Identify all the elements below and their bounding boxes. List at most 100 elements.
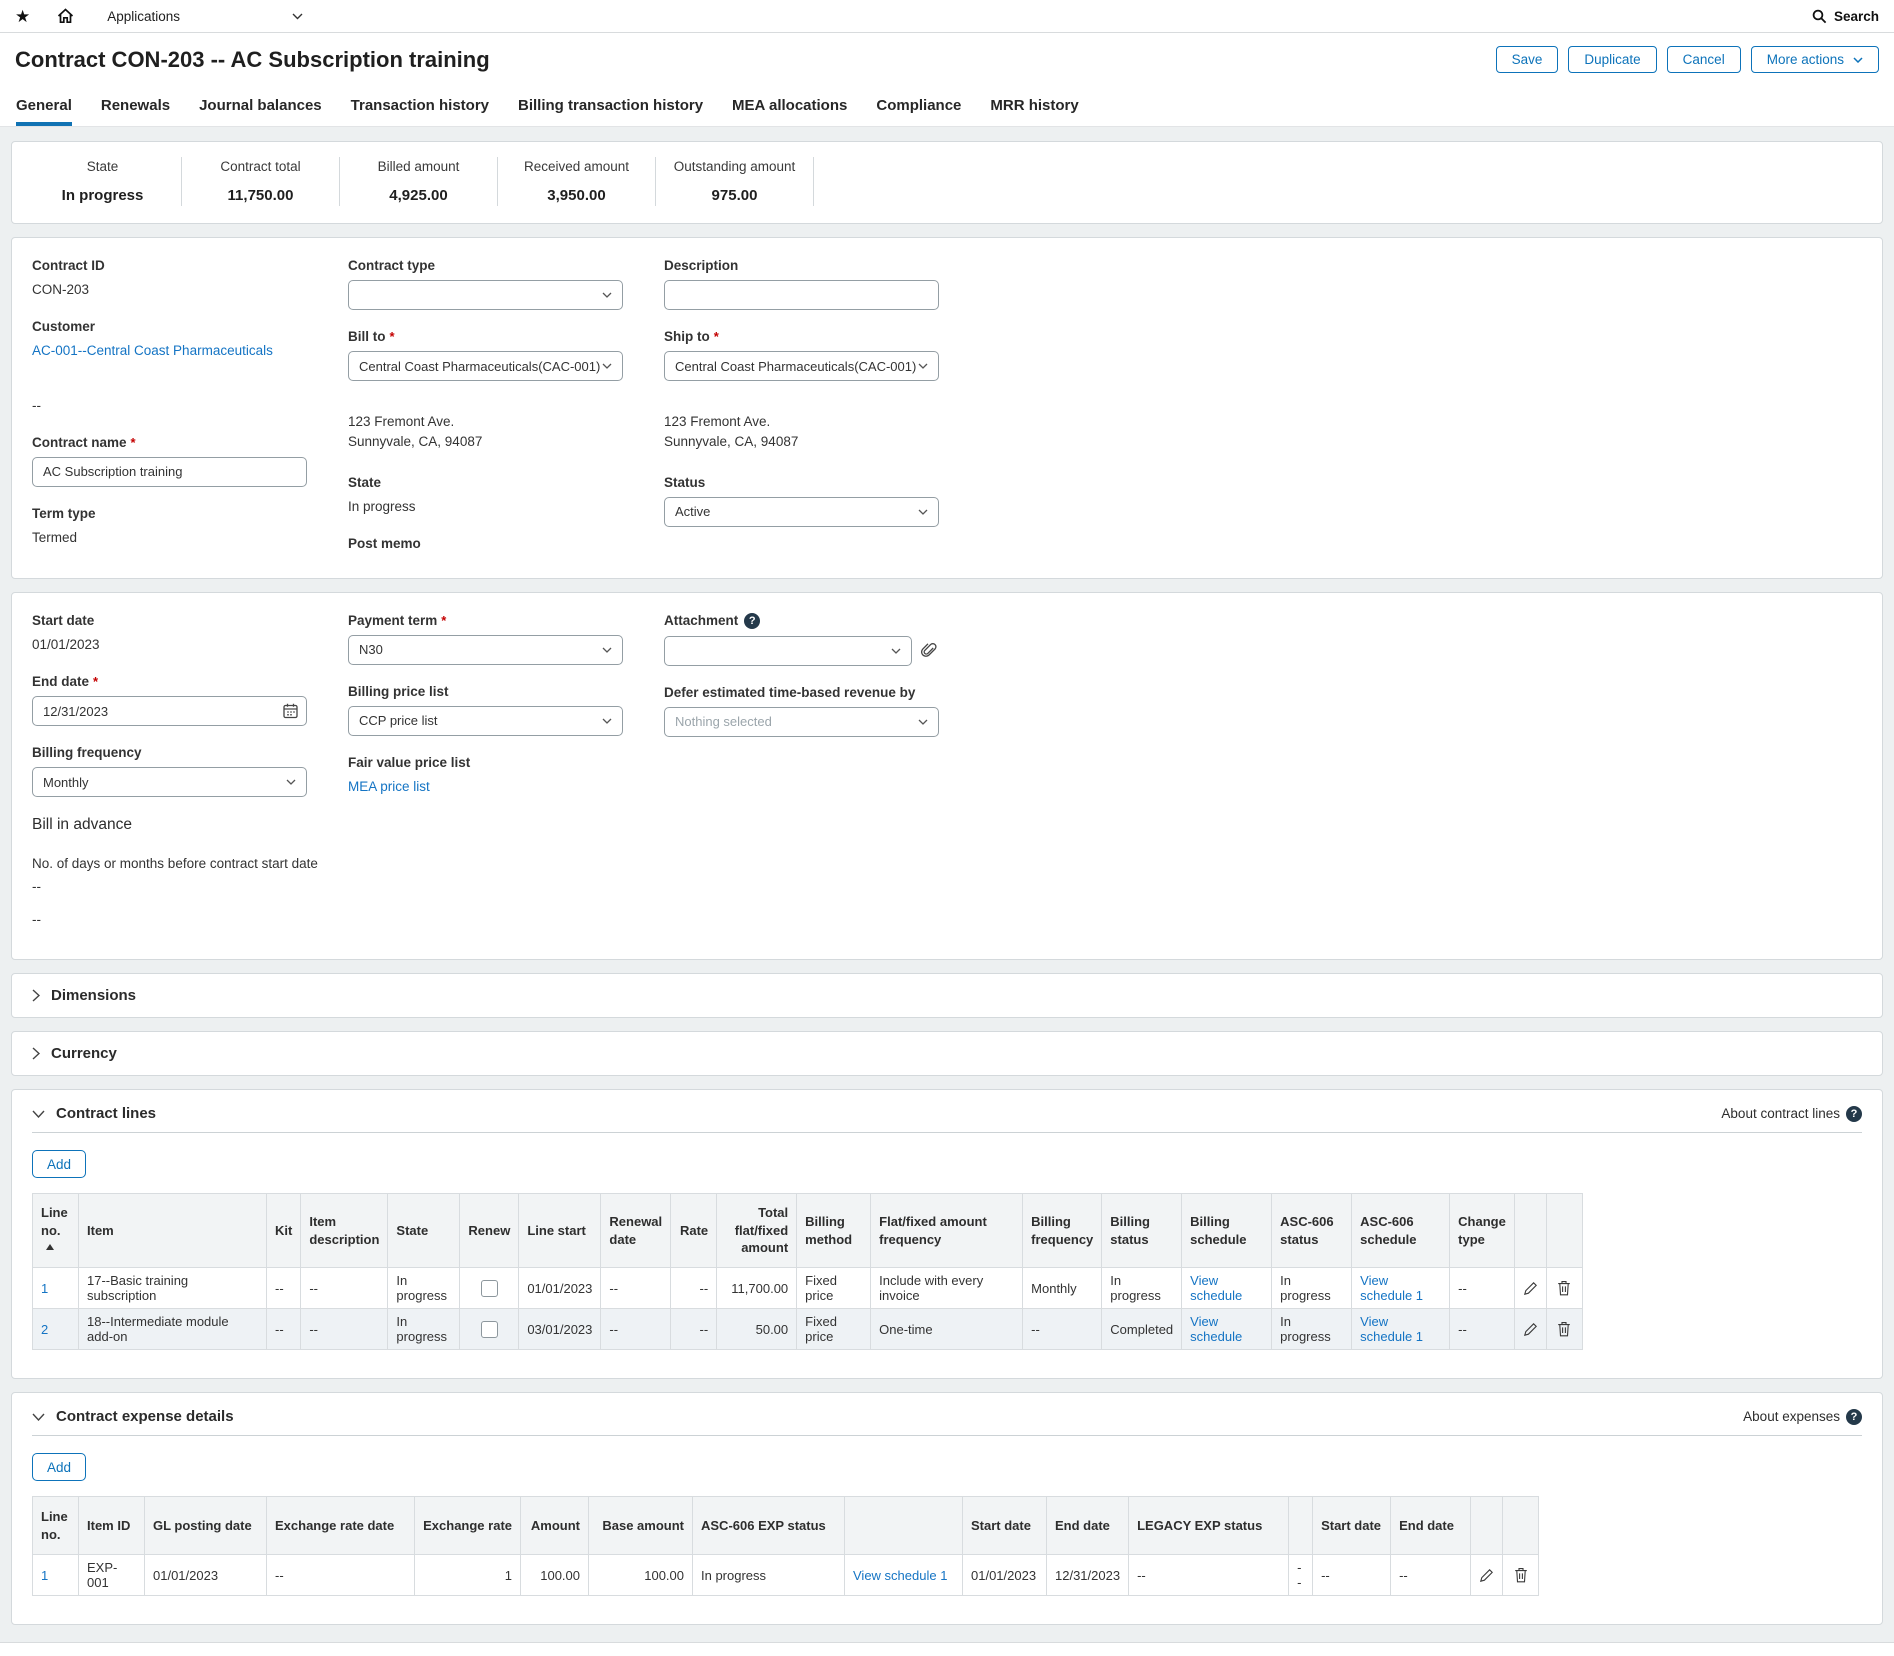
applications-menu[interactable]: Applications — [107, 9, 303, 24]
col-header-asc606-schedule[interactable]: ASC-606 schedule — [1352, 1194, 1450, 1268]
delete-trash-icon[interactable] — [1511, 1567, 1530, 1583]
view-asc606-schedule-link[interactable]: View schedule 1 — [1360, 1314, 1423, 1344]
edit-pencil-icon[interactable] — [1523, 1281, 1538, 1296]
col-header-amount[interactable]: Amount — [521, 1497, 589, 1555]
col-header-legacy-start-date[interactable]: Start date — [1313, 1497, 1391, 1555]
tab-mea-allocations[interactable]: MEA allocations — [732, 86, 847, 126]
col-header-total-flat-fixed[interactable]: Total flat/fixed amount — [717, 1194, 797, 1268]
tab-billing-transaction-history[interactable]: Billing transaction history — [518, 86, 703, 126]
tab-compliance[interactable]: Compliance — [876, 86, 961, 126]
home-icon[interactable] — [57, 8, 74, 24]
dimensions-section-toggle[interactable]: Dimensions — [11, 973, 1883, 1018]
contract-lines-toggle[interactable]: Contract lines — [32, 1105, 156, 1122]
col-header-asc606-exp-status[interactable]: ASC-606 EXP status — [693, 1497, 845, 1555]
col-header-item[interactable]: Item — [79, 1194, 267, 1268]
tab-general[interactable]: General — [16, 86, 72, 126]
cancel-button[interactable]: Cancel — [1667, 46, 1741, 73]
col-header-schedule[interactable] — [845, 1497, 963, 1555]
contract-name-input[interactable] — [32, 457, 307, 487]
line-no-link[interactable]: 1 — [41, 1281, 48, 1296]
billing-frequency-select[interactable]: Monthly — [32, 767, 307, 797]
col-header-line-no[interactable]: Line no. — [33, 1194, 79, 1268]
save-button[interactable]: Save — [1496, 46, 1559, 73]
cell-start-date: 01/01/2023 — [963, 1555, 1047, 1596]
tab-mrr-history[interactable]: MRR history — [990, 86, 1078, 126]
tab-renewals[interactable]: Renewals — [101, 86, 170, 126]
col-header-end-date[interactable]: End date — [1047, 1497, 1129, 1555]
col-header-exchange-rate[interactable]: Exchange rate — [415, 1497, 521, 1555]
contract-expense-toggle[interactable]: Contract expense details — [32, 1408, 234, 1425]
col-header-billing-frequency[interactable]: Billing frequency — [1023, 1194, 1102, 1268]
currency-section-toggle[interactable]: Currency — [11, 1031, 1883, 1076]
col-header-base-amount[interactable]: Base amount — [589, 1497, 693, 1555]
cell-change-type: -- — [1450, 1309, 1515, 1350]
tab-journal-balances[interactable]: Journal balances — [199, 86, 322, 126]
col-header-billing-status[interactable]: Billing status — [1102, 1194, 1182, 1268]
col-header-gl-posting-date[interactable]: GL posting date — [145, 1497, 267, 1555]
help-icon[interactable]: ? — [1846, 1106, 1862, 1122]
bill-to-select[interactable]: Central Coast Pharmaceuticals(CAC-001) — [348, 351, 623, 381]
mea-price-list-link[interactable]: MEA price list — [348, 779, 430, 794]
view-asc606-schedule-link[interactable]: View schedule 1 — [1360, 1273, 1423, 1303]
summary-value: In progress — [30, 187, 175, 204]
col-header-item-id[interactable]: Item ID — [79, 1497, 145, 1555]
cell-flat-fixed-frequency: One-time — [871, 1309, 1023, 1350]
ship-to-label: Ship to* — [664, 329, 1862, 344]
add-contract-line-button[interactable]: Add — [32, 1150, 86, 1178]
defer-revenue-select[interactable]: Nothing selected — [664, 707, 939, 737]
edit-pencil-icon[interactable] — [1523, 1322, 1538, 1337]
cell-kit: -- — [267, 1268, 301, 1309]
renew-checkbox[interactable] — [481, 1280, 498, 1297]
col-header-billing-schedule[interactable]: Billing schedule — [1182, 1194, 1272, 1268]
more-actions-button[interactable]: More actions — [1751, 46, 1879, 73]
duplicate-button[interactable]: Duplicate — [1568, 46, 1656, 73]
add-expense-button[interactable]: Add — [32, 1453, 86, 1481]
about-expenses[interactable]: About expenses ? — [1743, 1409, 1862, 1425]
billing-price-list-select[interactable]: CCP price list — [348, 706, 623, 736]
col-header-kit[interactable]: Kit — [267, 1194, 301, 1268]
view-billing-schedule-link[interactable]: View schedule — [1190, 1314, 1242, 1344]
status-select[interactable]: Active — [664, 497, 939, 527]
col-header-billing-method[interactable]: Billing method — [797, 1194, 871, 1268]
search-button[interactable]: Search — [1812, 9, 1879, 24]
about-contract-lines[interactable]: About contract lines ? — [1721, 1106, 1862, 1122]
col-header-line-no[interactable]: Line no. — [33, 1497, 79, 1555]
attachment-select[interactable] — [664, 636, 912, 666]
col-header-renewal-date[interactable]: Renewal date — [601, 1194, 671, 1268]
calendar-icon[interactable] — [283, 703, 298, 719]
payment-term-select[interactable]: N30 — [348, 635, 623, 665]
edit-pencil-icon[interactable] — [1479, 1568, 1494, 1583]
view-billing-schedule-link[interactable]: View schedule — [1190, 1273, 1242, 1303]
view-exp-schedule-link[interactable]: View schedule 1 — [853, 1568, 947, 1583]
attachment-help-icon[interactable]: ? — [744, 613, 760, 629]
favorites-star-icon[interactable]: ★ — [15, 8, 30, 25]
col-header-legacy-end-date[interactable]: End date — [1391, 1497, 1471, 1555]
help-icon[interactable]: ? — [1846, 1409, 1862, 1425]
col-header-legacy-exp-status[interactable]: LEGACY EXP status — [1129, 1497, 1289, 1555]
contract-type-select[interactable] — [348, 280, 623, 310]
col-header-legacy-blank[interactable] — [1289, 1497, 1313, 1555]
summary-state: State In progress — [24, 157, 182, 206]
tab-transaction-history[interactable]: Transaction history — [351, 86, 489, 126]
col-header-line-start[interactable]: Line start — [519, 1194, 601, 1268]
renew-checkbox[interactable] — [481, 1321, 498, 1338]
customer-link[interactable]: AC-001--Central Coast Pharmaceuticals — [32, 343, 273, 358]
col-header-state[interactable]: State — [388, 1194, 460, 1268]
col-header-change-type[interactable]: Change type — [1450, 1194, 1515, 1268]
col-header-asc606-status[interactable]: ASC-606 status — [1272, 1194, 1352, 1268]
end-date-input[interactable] — [32, 696, 307, 726]
paperclip-icon[interactable] — [921, 642, 937, 659]
line-no-link[interactable]: 2 — [41, 1322, 48, 1337]
cell-gl-posting-date: 01/01/2023 — [145, 1555, 267, 1596]
description-input[interactable] — [664, 280, 939, 310]
delete-trash-icon[interactable] — [1555, 1321, 1574, 1337]
col-header-item-description[interactable]: Item description — [301, 1194, 388, 1268]
ship-to-select[interactable]: Central Coast Pharmaceuticals(CAC-001) — [664, 351, 939, 381]
col-header-exchange-rate-date[interactable]: Exchange rate date — [267, 1497, 415, 1555]
col-header-flat-fixed-frequency[interactable]: Flat/fixed amount frequency — [871, 1194, 1023, 1268]
col-header-rate[interactable]: Rate — [671, 1194, 717, 1268]
line-no-link[interactable]: 1 — [41, 1568, 48, 1583]
col-header-start-date[interactable]: Start date — [963, 1497, 1047, 1555]
col-header-renew[interactable]: Renew — [460, 1194, 519, 1268]
delete-trash-icon[interactable] — [1555, 1280, 1574, 1296]
